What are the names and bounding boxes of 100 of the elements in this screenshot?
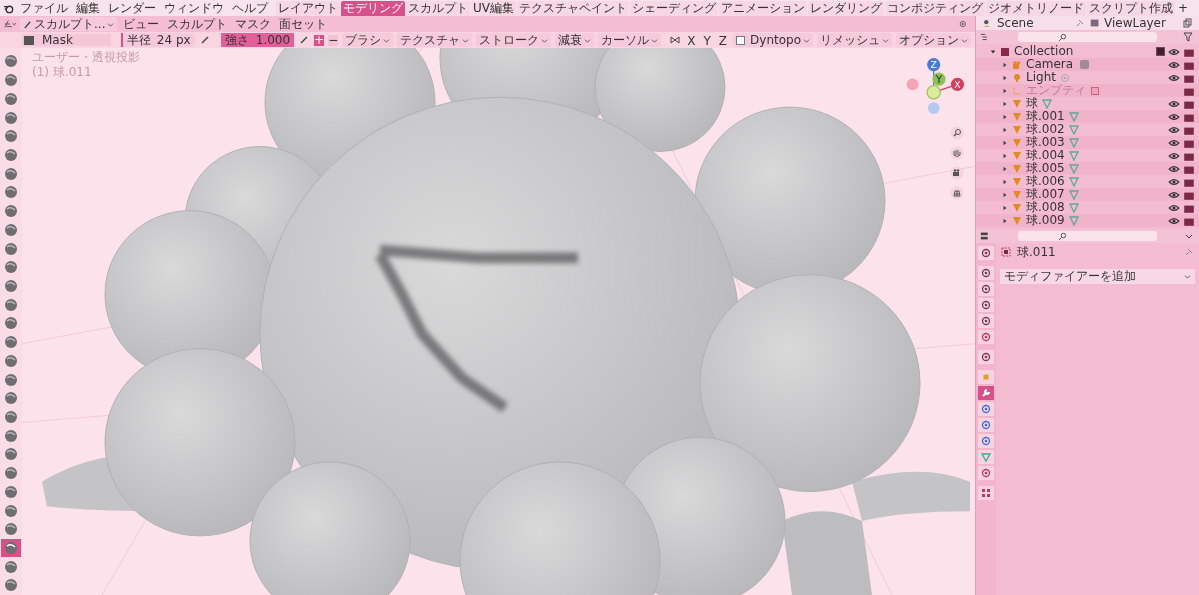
object-name[interactable]: 球.004 <box>1026 149 1065 162</box>
eye-icon[interactable] <box>1168 150 1180 161</box>
properties-tab[interactable] <box>978 246 994 260</box>
workspace-tab[interactable]: レイアウト <box>276 0 340 16</box>
workspace-tab[interactable]: スカルプト <box>406 0 470 16</box>
eye-icon[interactable] <box>1168 176 1180 187</box>
eye-icon[interactable] <box>1168 215 1180 226</box>
properties-tab[interactable] <box>978 402 994 416</box>
eye-icon[interactable] <box>1168 46 1180 57</box>
eye-icon[interactable] <box>1168 189 1180 200</box>
object-name[interactable]: 球.008 <box>1026 201 1065 214</box>
dropdown-menu[interactable]: カーソル <box>598 33 662 47</box>
workspace-tab[interactable]: ジオメトリノード <box>986 0 1086 16</box>
checkbox[interactable] <box>1156 47 1165 56</box>
properties-tab[interactable] <box>978 486 994 500</box>
menu-item[interactable]: マスク <box>233 18 274 30</box>
dropdown-menu[interactable]: ブラシ <box>342 33 394 47</box>
chevron-icon <box>803 37 810 43</box>
dropdown-menu[interactable]: リメッシュ <box>817 33 892 47</box>
properties-tab[interactable] <box>978 314 994 328</box>
zoom-icon[interactable] <box>950 126 964 140</box>
object-name[interactable]: 球.006 <box>1026 175 1065 188</box>
pressure-icon[interactable] <box>298 35 311 45</box>
dropdown-menu[interactable]: 減衰 <box>555 33 595 47</box>
add-modifier-dropdown[interactable]: モディファイアーを追加 <box>1000 269 1195 284</box>
properties-tab[interactable] <box>978 386 994 400</box>
properties-tab[interactable] <box>978 330 994 344</box>
workspace-tab[interactable]: UV編集 <box>471 0 516 16</box>
triangle-mesh-icon <box>1011 215 1023 226</box>
mode-dropdown[interactable]: スカルプト... <box>20 17 118 31</box>
radius-field[interactable]: 半径 24 px <box>120 33 195 47</box>
eye-icon[interactable] <box>1168 124 1180 135</box>
pin-icon[interactable] <box>1074 18 1086 28</box>
menu-item[interactable]: ファイル <box>18 2 70 14</box>
object-name[interactable]: 球.003 <box>1026 136 1065 149</box>
filter-icon[interactable] <box>1183 32 1195 42</box>
chevron-icon <box>961 37 968 43</box>
properties-tab[interactable] <box>978 298 994 312</box>
scene-name[interactable]: Scene <box>997 17 1071 29</box>
strength-slider[interactable]: 強さ 1.000 <box>220 33 295 47</box>
eye-icon[interactable] <box>1168 59 1180 70</box>
triangle-mesh-icon <box>1011 189 1023 200</box>
properties-tab[interactable] <box>978 434 994 448</box>
eye-icon[interactable] <box>1168 137 1180 148</box>
direction-toggle[interactable]: − <box>328 34 339 46</box>
workspace-tab[interactable]: テクスチャペイント <box>517 0 629 16</box>
eye-icon[interactable] <box>1168 72 1180 83</box>
workspace-tab[interactable]: コンポジティング <box>885 0 985 16</box>
workspace-tab[interactable]: アニメーション <box>719 0 807 16</box>
eye-icon[interactable] <box>1168 202 1180 213</box>
axis-toggle[interactable]: Z <box>716 34 730 46</box>
dropdown-menu[interactable]: ストローク <box>476 33 552 47</box>
pin-icon[interactable] <box>1183 247 1195 257</box>
add-workspace-button[interactable]: + <box>1176 0 1191 14</box>
properties-tab[interactable] <box>978 282 994 296</box>
axis-gizmo-drawing[interactable]: Z Y X <box>902 54 968 120</box>
axis-toggle[interactable]: X <box>685 34 698 46</box>
view-layer-name[interactable]: ViewLayer <box>1104 17 1178 29</box>
menu-item[interactable]: レンダー <box>106 2 158 14</box>
checkbox[interactable]: Dyntopo <box>733 33 813 47</box>
menu-item[interactable]: 編集 <box>74 2 102 14</box>
properties-tab[interactable] <box>978 350 994 364</box>
grid-icon[interactable] <box>950 186 964 200</box>
object-name[interactable]: 球.007 <box>1026 188 1065 201</box>
sculpt-tool-button[interactable] <box>1 538 21 558</box>
workspace-tab[interactable]: スクリプト作成 <box>1087 0 1175 16</box>
object-name[interactable]: 球 <box>1026 97 1038 110</box>
brush-selector[interactable]: Mask <box>22 34 111 46</box>
properties-tab[interactable] <box>978 266 994 280</box>
object-name[interactable]: 球.001 <box>1026 110 1065 123</box>
disclosure-triangle-icon[interactable] <box>990 48 996 55</box>
search-field[interactable] <box>1018 32 1157 42</box>
menu-item[interactable]: スカルプト <box>165 18 230 30</box>
dropdown-menu[interactable]: オプション <box>896 33 971 47</box>
object-name[interactable]: 球.009 <box>1026 214 1065 227</box>
copy-icon[interactable] <box>1181 18 1193 28</box>
properties-tab[interactable] <box>978 466 994 480</box>
eye-icon[interactable] <box>1168 163 1180 174</box>
eye-icon[interactable] <box>1168 98 1180 109</box>
menu-item[interactable]: 面セット <box>277 18 330 30</box>
direction-toggle[interactable]: + <box>314 34 325 46</box>
object-name[interactable]: 球.005 <box>1026 162 1065 175</box>
search-icon <box>1058 231 1067 241</box>
hand-icon[interactable] <box>950 146 964 160</box>
axis-toggle[interactable]: Y <box>701 34 713 46</box>
workspace-tab[interactable]: シェーディング <box>630 0 718 16</box>
object-name[interactable]: 球.002 <box>1026 123 1065 136</box>
chevron-icon <box>383 37 391 43</box>
menu-item[interactable]: ヘルプ <box>230 2 270 14</box>
dropdown-menu[interactable]: テクスチャ <box>397 33 473 47</box>
editor-type-icon[interactable] <box>4 19 16 29</box>
properties-tab[interactable] <box>978 418 994 432</box>
object-name[interactable]: Light <box>1026 71 1056 84</box>
collection-name[interactable]: Collection <box>1014 45 1074 58</box>
menu-item[interactable]: ウィンドウ <box>162 2 226 14</box>
workspace-tab[interactable]: モデリング <box>341 0 405 16</box>
menu-item[interactable]: ビュー <box>121 18 162 30</box>
workspace-tab[interactable]: レンダリング <box>808 0 884 16</box>
search-field[interactable] <box>1018 231 1157 241</box>
eye-icon[interactable] <box>1168 111 1180 122</box>
